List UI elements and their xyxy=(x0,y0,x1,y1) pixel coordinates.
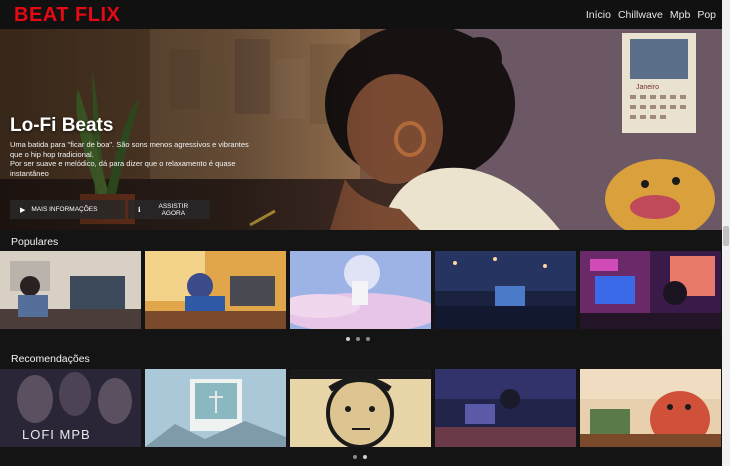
play-icon: ▶ xyxy=(20,206,26,214)
recommended-card-2[interactable] xyxy=(145,369,286,447)
recommended-card-4[interactable] xyxy=(435,369,576,447)
more-info-label: MAIS INFORMAÇÕES xyxy=(31,206,98,213)
recommended-card-1-title: LOFI MPB xyxy=(22,427,91,442)
top-bar: BEAT FLIX Início Chillwave Mpb Pop xyxy=(0,0,722,29)
recommended-card-5[interactable] xyxy=(580,369,721,447)
section-title-recommended: Recomendações xyxy=(11,353,90,365)
recommended-card-2-art xyxy=(145,369,286,447)
nav-item-chillwave[interactable]: Chillwave xyxy=(618,9,663,21)
popular-pagination xyxy=(346,337,370,341)
recommended-pagination xyxy=(353,455,367,459)
popular-page-dot[interactable] xyxy=(356,337,360,341)
nav-item-inicio[interactable]: Início xyxy=(586,9,611,21)
popular-card-1[interactable] xyxy=(0,251,141,329)
popular-row xyxy=(0,251,722,329)
recommended-card-1[interactable]: LOFI MPB xyxy=(0,369,141,447)
popular-card-4[interactable] xyxy=(435,251,576,329)
calendar-month-label: Janeiro xyxy=(636,84,659,91)
nav-item-pop[interactable]: Pop xyxy=(697,9,716,21)
more-info-button[interactable]: ▶ MAIS INFORMAÇÕES xyxy=(10,200,125,219)
popular-card-4-art xyxy=(435,251,576,329)
recommended-card-4-art xyxy=(435,369,576,447)
popular-card-1-art xyxy=(0,251,141,329)
watch-now-label: ASSISTIR AGORA xyxy=(158,202,189,217)
hero-description: Uma batida para "ficar de boa". São sons… xyxy=(10,140,249,178)
popular-card-5-art xyxy=(580,251,721,329)
recommended-row: LOFI MPB xyxy=(0,369,722,447)
scrollbar-thumb[interactable] xyxy=(723,226,729,246)
popular-page-dot[interactable] xyxy=(366,337,370,341)
popular-card-2[interactable] xyxy=(145,251,286,329)
popular-card-3[interactable] xyxy=(290,251,431,329)
popular-page-dot[interactable] xyxy=(346,337,350,341)
recommended-page-dot[interactable] xyxy=(353,455,357,459)
info-icon: ℹ xyxy=(138,206,141,214)
hero-title: Lo-Fi Beats xyxy=(10,115,114,136)
popular-card-3-art xyxy=(290,251,431,329)
recommended-card-5-art xyxy=(580,369,721,447)
recommended-card-1-art: LOFI MPB xyxy=(0,369,141,447)
app-logo[interactable]: BEAT FLIX xyxy=(14,5,120,25)
main-nav: Início Chillwave Mpb Pop xyxy=(586,9,716,21)
nav-item-mpb[interactable]: Mpb xyxy=(670,9,690,21)
section-title-popular: Populares xyxy=(11,236,59,248)
popular-card-2-art xyxy=(145,251,286,329)
recommended-card-3-art xyxy=(290,369,431,447)
watch-now-button[interactable]: ℹ ASSISTIR AGORA xyxy=(128,200,210,219)
recommended-page-dot[interactable] xyxy=(363,455,367,459)
hero-banner: Janeiro Lo-Fi Beats Uma batida para "fic… xyxy=(0,29,722,230)
popular-card-5[interactable] xyxy=(580,251,721,329)
recommended-card-3[interactable] xyxy=(290,369,431,447)
